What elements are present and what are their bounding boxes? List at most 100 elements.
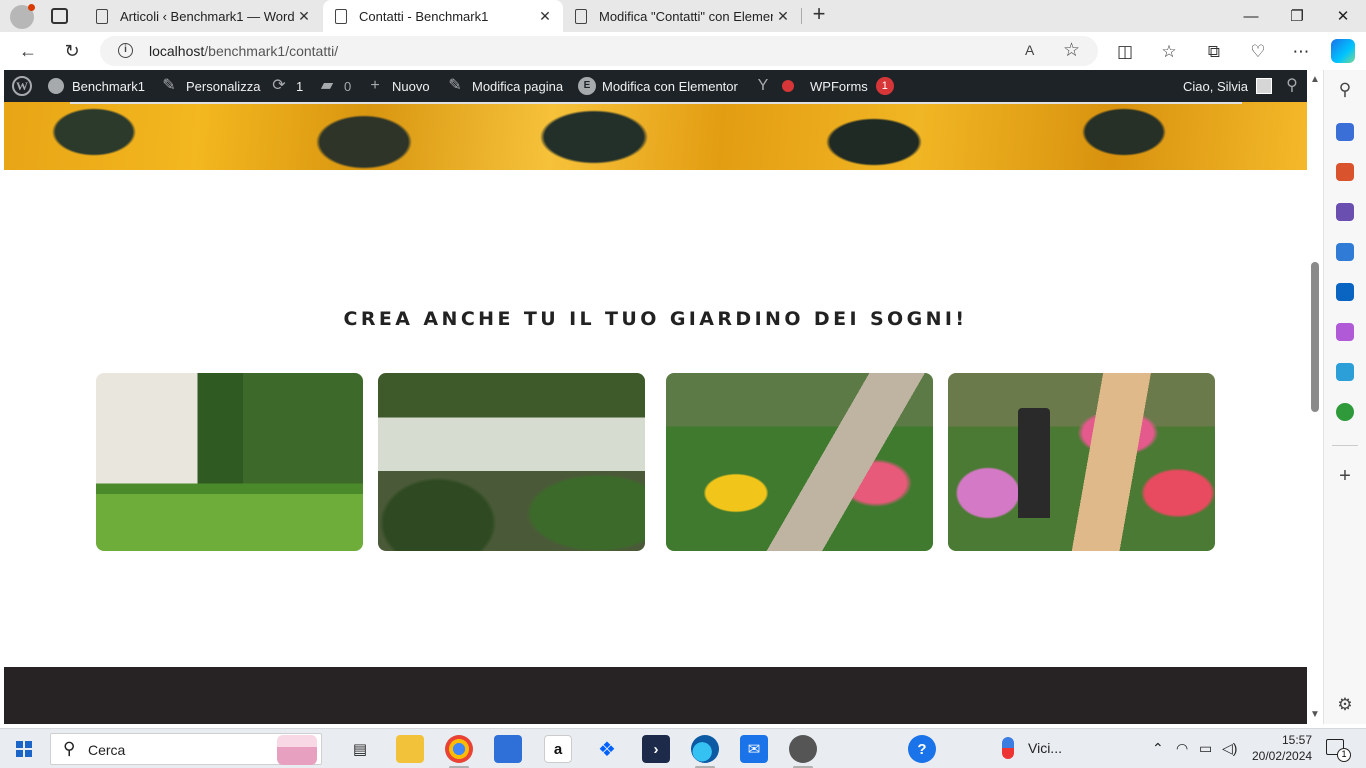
tab-title: Articoli ‹ Benchmark1 — WordPress [120, 8, 294, 24]
sidebar-settings-icon[interactable]: ⚙ [1335, 695, 1355, 715]
yoast-menu[interactable]: Y [754, 70, 794, 102]
customize-menu[interactable]: ✎ Personalizza [160, 70, 260, 102]
sidebar-m365-icon[interactable] [1336, 243, 1354, 261]
powershell-icon[interactable]: › [642, 735, 670, 763]
microsoft-store-icon[interactable] [494, 735, 522, 763]
back-icon[interactable]: ← [14, 38, 42, 64]
file-explorer-icon[interactable] [396, 735, 424, 763]
performance-icon[interactable]: ♡ [1247, 41, 1269, 63]
mail-icon[interactable]: ✉ [740, 735, 768, 763]
clock-time: 15:57 [1281, 733, 1312, 747]
refresh-icon[interactable]: ↻ [58, 38, 86, 64]
sidebar-outlook-icon[interactable] [1336, 283, 1354, 301]
sidebar-send-icon[interactable] [1336, 363, 1354, 381]
profile-avatar[interactable] [10, 4, 35, 29]
sidebar-tree-icon[interactable] [1336, 403, 1354, 421]
url-text[interactable]: localhost/benchmark1/contatti/ [149, 43, 338, 59]
sidebar-designer-icon[interactable] [1336, 323, 1354, 341]
copilot-icon[interactable] [1331, 39, 1355, 63]
comments-menu[interactable]: ▰ 0 [318, 70, 351, 102]
new-tab-button[interactable]: + [808, 3, 830, 26]
updates-menu[interactable]: ⟳ 1 [270, 70, 303, 102]
sidebar-search-icon[interactable]: ⚲ [1335, 80, 1355, 100]
favorites-icon[interactable]: ☆ [1158, 41, 1180, 63]
site-info-icon[interactable]: i [118, 43, 133, 58]
wifi-icon[interactable]: ◠ [1176, 740, 1188, 757]
garden-image-flowers[interactable] [948, 373, 1215, 551]
edge-icon[interactable] [691, 735, 719, 768]
favorite-star-icon[interactable]: ☆ [1063, 39, 1080, 62]
tab-title: Modifica "Contatti" con Elementor [599, 8, 773, 24]
notification-center-icon[interactable]: 1 [1326, 739, 1351, 762]
page-icon [96, 8, 108, 24]
more-menu-icon[interactable]: ⋯ [1290, 41, 1312, 63]
sidebar-divider [1332, 445, 1358, 446]
read-aloud-icon[interactable]: A [1025, 42, 1034, 58]
garden-image-terrace[interactable] [96, 373, 363, 551]
weather-widget[interactable]: Vici... [1002, 737, 1062, 759]
url-host: localhost [149, 43, 205, 59]
edge-sidebar: ⚲ + ⚙ [1323, 70, 1366, 724]
sidebar-add-icon[interactable]: + [1335, 465, 1355, 488]
site-name-menu[interactable]: Benchmark1 [48, 70, 145, 102]
tray-chevron-icon[interactable]: ⌃ [1152, 740, 1164, 757]
minimize-button[interactable]: — [1228, 0, 1274, 32]
search-placeholder: Cerca [88, 742, 126, 758]
sunflower-banner-image [4, 102, 1307, 170]
section-title: CREA ANCHE TU IL TUO GIARDINO DEI SOGNI! [343, 308, 968, 330]
collections-icon[interactable]: ⧉ [1203, 41, 1225, 63]
seo-status-dot [782, 80, 794, 92]
garden-image-patio[interactable] [378, 373, 645, 551]
amazon-icon[interactable]: a [544, 735, 572, 763]
battery-icon[interactable]: ▭ [1199, 740, 1212, 757]
chrome-icon[interactable] [445, 735, 473, 768]
search-highlight-image [277, 735, 317, 765]
scroll-thumb[interactable] [1311, 262, 1319, 412]
edit-page-menu[interactable]: ✎ Modifica pagina [446, 70, 563, 102]
tab-close-icon[interactable]: ✕ [294, 8, 314, 25]
admin-search-menu[interactable]: ⚲ [1283, 70, 1309, 102]
page-content: CREA ANCHE TU IL TUO GIARDINO DEI SOGNI! [4, 102, 1307, 724]
help-icon[interactable]: ? [908, 735, 936, 763]
tab-modifica-elementor[interactable]: Modifica "Contatti" con Elementor ✕ [563, 0, 801, 32]
restore-button[interactable]: ❐ [1274, 0, 1320, 32]
elementor-icon: E [578, 77, 596, 95]
split-screen-icon[interactable]: ◫ [1114, 41, 1136, 63]
new-label: Nuovo [392, 78, 430, 94]
weather-text: Vici... [1028, 740, 1062, 756]
tab-articoli[interactable]: Articoli ‹ Benchmark1 — WordPress ✕ [84, 0, 322, 32]
new-content-menu[interactable]: + Nuovo [366, 70, 430, 102]
start-button[interactable] [16, 741, 32, 757]
tab-close-icon[interactable]: ✕ [773, 8, 793, 25]
edit-page-label: Modifica pagina [472, 78, 564, 94]
tab-contatti[interactable]: Contatti - Benchmark1 ✕ [323, 0, 563, 32]
dropbox-icon[interactable]: ❖ [593, 735, 621, 763]
taskbar-search[interactable]: ⚲ Cerca [50, 733, 322, 765]
wpforms-menu[interactable]: WPForms 1 [810, 70, 894, 102]
volume-icon[interactable]: ◁) [1222, 740, 1237, 757]
sidebar-tools-icon[interactable] [1336, 163, 1354, 181]
page-scrollbar[interactable]: ▲ ▼ [1307, 70, 1323, 724]
close-window-button[interactable]: ✕ [1320, 0, 1366, 32]
wp-admin-bar: W Benchmark1 ✎ Personalizza ⟳ 1 ▰ 0 + Nu… [4, 70, 1307, 102]
lantern-decoration [1018, 408, 1050, 518]
notification-badge: 1 [1337, 748, 1351, 762]
url-field[interactable]: i localhost/benchmark1/contatti/ A ☆ [100, 36, 1098, 66]
search-icon: ⚲ [1286, 77, 1298, 94]
scroll-up-icon[interactable]: ▲ [1310, 74, 1320, 85]
sidebar-shopping-icon[interactable] [1336, 123, 1354, 141]
edit-elementor-menu[interactable]: E Modifica con Elementor [578, 70, 738, 102]
clock-date: 20/02/2024 [1252, 749, 1313, 763]
tab-close-icon[interactable]: ✕ [535, 8, 555, 25]
system-clock[interactable]: 15:57 20/02/2024 [1252, 732, 1312, 764]
github-desktop-icon[interactable] [789, 735, 817, 768]
my-account-menu[interactable]: Ciao, Silvia [1183, 70, 1273, 102]
tab-actions-icon[interactable] [51, 8, 68, 24]
wp-logo-menu[interactable]: W [12, 70, 32, 102]
customize-label: Personalizza [186, 78, 261, 94]
garden-image-path[interactable] [666, 373, 933, 551]
scroll-down-icon[interactable]: ▼ [1310, 709, 1320, 720]
sidebar-games-icon[interactable] [1336, 203, 1354, 221]
task-view-icon[interactable]: ▤ [346, 735, 374, 763]
url-path: /benchmark1/contatti/ [204, 43, 339, 59]
